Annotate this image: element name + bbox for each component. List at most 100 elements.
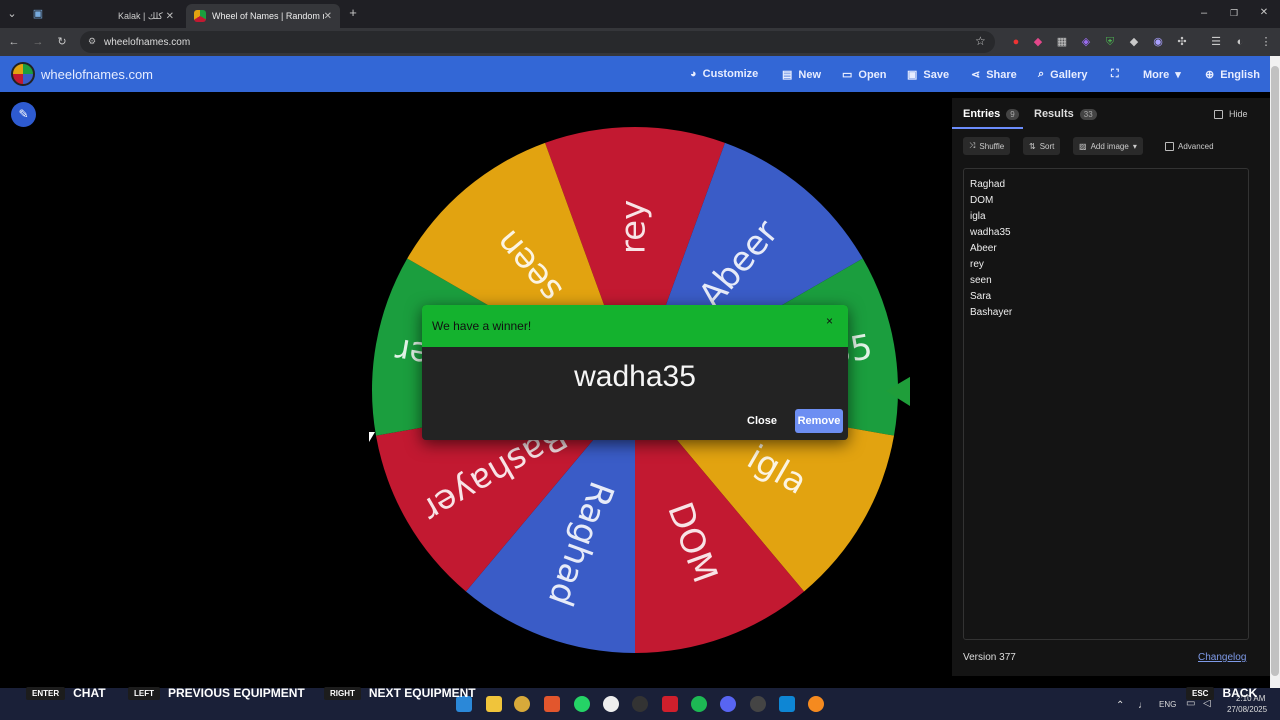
overwatch-icon[interactable] <box>808 696 824 712</box>
chrome-icon[interactable] <box>514 696 530 712</box>
chevron-down-icon: ▾ <box>1132 141 1137 151</box>
hide-label: Hide <box>1229 109 1248 119</box>
discord-icon[interactable] <box>720 696 736 712</box>
share-button[interactable]: ⋖ Share <box>971 68 1017 82</box>
netflix-icon[interactable] <box>662 696 678 712</box>
close-window-button[interactable]: ✕ <box>1256 6 1272 20</box>
changelog-link[interactable]: Changelog <box>1198 652 1246 663</box>
entry-item[interactable]: Raghad <box>970 177 1012 193</box>
palette-icon: ◕ <box>690 68 697 80</box>
tab-wheel-of-names[interactable]: Wheel of Names | Random nam ✕ <box>186 4 340 28</box>
hide-checkbox[interactable] <box>1214 109 1223 119</box>
save-icon: ▣ <box>907 69 918 81</box>
key-esc: ESC <box>1186 686 1215 700</box>
app-icon[interactable] <box>632 696 648 712</box>
bookmark-star-icon[interactable]: ☆ <box>975 34 986 48</box>
tray-chevron-icon[interactable]: ⌃ <box>1116 700 1124 711</box>
dialog-title: We have a winner! <box>432 319 532 333</box>
entries-textarea[interactable]: Raghad DOM igla wadha35 Abeer rey seen S… <box>963 168 1249 640</box>
extension-icon[interactable]: ● <box>1008 35 1024 49</box>
entry-item[interactable]: Abeer <box>970 241 1012 257</box>
spotify-icon[interactable] <box>691 696 707 712</box>
sort-button[interactable]: ⇅ Sort <box>1023 137 1061 155</box>
menu-icon[interactable]: ⋮ <box>1258 35 1274 49</box>
reading-list-icon[interactable]: ☰ <box>1208 35 1224 49</box>
extension-icon[interactable]: ◆ <box>1126 35 1142 49</box>
eye-icon[interactable]: ◉ <box>1150 35 1166 49</box>
gallery-button[interactable]: ⌕ Gallery <box>1038 68 1087 81</box>
more-label: More <box>1143 68 1170 81</box>
page-scrollbar[interactable] <box>1270 56 1280 688</box>
close-tab-icon[interactable]: ✕ <box>324 11 332 22</box>
close-tab-icon[interactable]: ✕ <box>166 11 174 22</box>
clock-date[interactable]: 27/08/2025 <box>1227 705 1267 714</box>
address-bar[interactable]: ⚙ wheelofnames.com ☆ <box>80 31 995 53</box>
open-button[interactable]: ▭ Open <box>842 68 887 82</box>
entry-item[interactable]: igla <box>970 209 1012 225</box>
new-button[interactable]: ▤ New <box>782 68 822 82</box>
whatsapp-icon[interactable] <box>574 696 590 712</box>
share-label: Share <box>986 68 1017 81</box>
advanced-toggle[interactable]: Advanced <box>1159 137 1220 155</box>
close-icon[interactable]: × <box>826 314 833 328</box>
fullscreen-icon: ⛶ <box>1111 68 1119 80</box>
fullscreen-button[interactable]: ⛶ <box>1111 68 1119 81</box>
entry-item[interactable]: Bashayer <box>970 305 1012 321</box>
microphone-icon[interactable]: ♩ <box>1138 700 1148 711</box>
entry-item[interactable]: wadha35 <box>970 225 1012 241</box>
extension-icon[interactable]: ◈ <box>1078 35 1094 49</box>
entry-item[interactable]: seen <box>970 273 1012 289</box>
maximize-button[interactable]: ❐ <box>1226 6 1242 20</box>
shuffle-icon: ⤨ <box>969 141 976 150</box>
add-image-button[interactable]: ▨ Add image ▾ <box>1073 137 1143 155</box>
logo-icon[interactable] <box>11 62 35 86</box>
app-icon[interactable]: ▣ <box>30 7 46 21</box>
folder-icon: ▭ <box>842 69 853 81</box>
entries-list: Raghad DOM igla wadha35 Abeer rey seen S… <box>970 177 1012 321</box>
active-tab-indicator <box>952 127 1023 129</box>
brave-icon[interactable] <box>544 696 560 712</box>
app-icon[interactable] <box>779 696 795 712</box>
mouse-cursor-icon <box>369 432 375 442</box>
new-label: New <box>798 68 822 81</box>
site-info-icon[interactable]: ⚙ <box>88 36 96 47</box>
puzzle-icon[interactable]: ✣ <box>1174 35 1190 49</box>
entry-item[interactable]: DOM <box>970 193 1012 209</box>
key-left: LEFT <box>128 686 160 700</box>
save-button[interactable]: ▣ Save <box>907 68 950 82</box>
forward-icon[interactable]: → <box>30 35 46 49</box>
entries-tab-label: Entries <box>963 108 1001 120</box>
language-button[interactable]: ⊕ English <box>1205 68 1260 82</box>
app-icon[interactable] <box>603 696 619 712</box>
profile-avatar[interactable]: ◐ <box>1232 35 1248 49</box>
edit-pencil-button[interactable]: ✎ <box>11 102 36 127</box>
extension-icon[interactable]: ◆ <box>1030 35 1046 49</box>
hide-toggle[interactable]: Hide <box>1214 109 1248 119</box>
more-button[interactable]: More ▾ <box>1143 68 1181 82</box>
customize-button[interactable]: ◕ Customize <box>690 68 758 80</box>
scrollbar-thumb[interactable] <box>1271 66 1279 676</box>
hint-back: ESC BACK <box>1186 686 1257 700</box>
language-indicator[interactable]: ENG <box>1159 700 1176 709</box>
entry-item[interactable]: Sara <box>970 289 1012 305</box>
shuffle-button[interactable]: ⤨ Shuffle <box>963 137 1011 155</box>
results-count-badge: 33 <box>1079 108 1097 120</box>
advanced-checkbox[interactable] <box>1165 141 1174 151</box>
file-explorer-icon[interactable] <box>486 696 502 712</box>
logo-text[interactable]: wheelofnames.com <box>41 67 153 82</box>
steam-icon[interactable] <box>750 696 766 712</box>
tab-kalak[interactable]: Kalak | كلك ✕ <box>110 4 182 28</box>
minimize-button[interactable]: – <box>1196 6 1212 20</box>
extension-icon[interactable]: ▦ <box>1054 35 1070 49</box>
close-button[interactable]: Close <box>747 415 777 427</box>
save-label: Save <box>923 68 950 81</box>
tab-search-icon[interactable]: ⌄ <box>4 7 20 21</box>
tab-results[interactable]: Results 33 <box>1034 108 1097 120</box>
shield-icon[interactable]: ⛨ <box>1102 35 1118 49</box>
reload-icon[interactable]: ↻ <box>54 35 70 49</box>
back-icon[interactable]: ← <box>6 35 22 49</box>
remove-button[interactable]: Remove <box>795 409 843 433</box>
entry-item[interactable]: rey <box>970 257 1012 273</box>
new-tab-button[interactable]: + <box>345 6 361 20</box>
tab-entries[interactable]: Entries 9 <box>963 108 1019 120</box>
